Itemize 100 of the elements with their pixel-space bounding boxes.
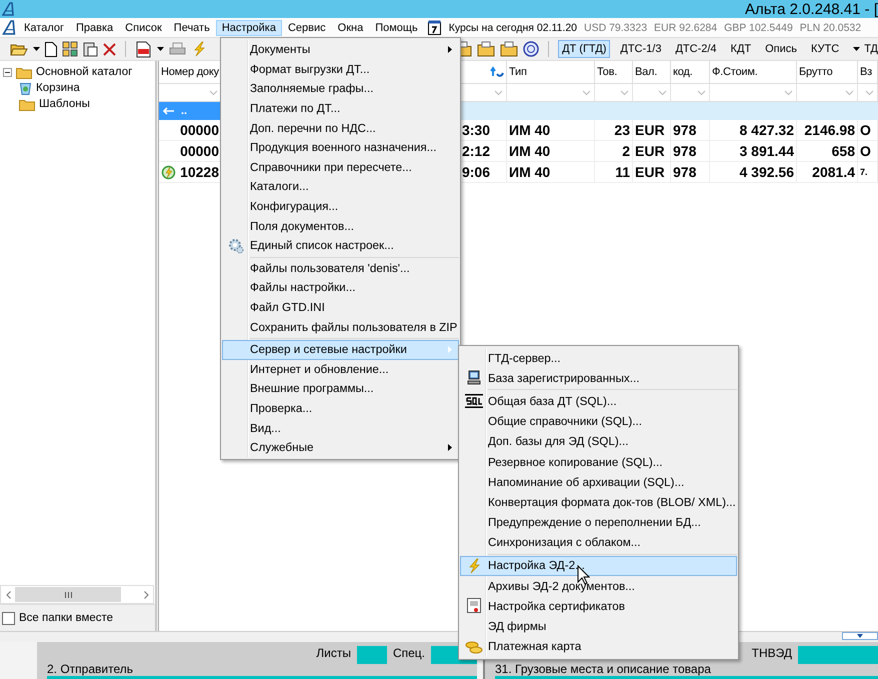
field-label: ТНВЭД (752, 646, 792, 660)
hs-code-field[interactable] (798, 646, 878, 664)
file-icon[interactable] (135, 40, 152, 58)
field-label: 2. Отправитель (47, 662, 133, 676)
delete-icon[interactable] (103, 42, 116, 56)
menu-item[interactable]: Формат выгрузки ДТ... (222, 60, 459, 80)
app-logo-icon (2, 2, 16, 16)
column-header[interactable]: код. (671, 61, 710, 84)
field-label: Спец. (392, 646, 425, 660)
menu-item[interactable]: Платежи по ДТ... (222, 98, 459, 118)
caret-icon[interactable] (33, 47, 40, 51)
column-header[interactable]: Брутто (797, 61, 858, 84)
horizontal-scrollbar[interactable] (0, 585, 154, 604)
menu-item[interactable]: Файл GTD.INI (222, 298, 459, 318)
table-cell: ИМ 40 (507, 120, 595, 141)
column-header[interactable]: Ф.Стоим. (710, 61, 797, 84)
menu-item[interactable]: Заполняемые графы... (222, 79, 459, 99)
menu-item[interactable]: Файлы пользователя 'denis'... (222, 258, 459, 278)
clipboard-icon[interactable] (83, 41, 98, 57)
chevron-right-icon[interactable] (144, 590, 148, 598)
menu-item[interactable]: Внешние программы... (222, 379, 459, 399)
menu-item[interactable]: Настройка сертификатов (460, 596, 737, 616)
app-logo-icon[interactable] (2, 20, 18, 35)
exchange-rate: PLN 20.0532 (800, 22, 862, 34)
sheets-field[interactable] (356, 646, 387, 664)
caret-icon[interactable] (157, 47, 164, 51)
menu-item[interactable]: Служебные (222, 438, 459, 458)
caret-icon[interactable] (853, 47, 860, 51)
column-header[interactable]: Тов. (595, 61, 633, 84)
tiles-icon[interactable] (62, 41, 78, 57)
menu-bar-item[interactable]: Список (119, 20, 168, 36)
table-cell: ИМ 40 (507, 162, 595, 183)
menu-item[interactable]: Сохранить файлы пользователя в ZIP (222, 317, 459, 337)
table-cell: 23 (595, 120, 633, 141)
collapse-toggle-icon[interactable] (3, 68, 12, 76)
tree-item[interactable]: Корзина (36, 82, 80, 94)
menu-item[interactable]: Поля документов... (222, 216, 459, 236)
scroll-indicator[interactable] (842, 632, 878, 640)
menu-item[interactable]: Конфигурация... (222, 196, 459, 216)
menu-item[interactable]: Напоминание об архивации (SQL)... (460, 472, 737, 492)
document-tab[interactable]: КДТ (726, 40, 756, 58)
menu-item[interactable]: Единый список настроек... (222, 236, 459, 256)
document-tab[interactable]: ДТС-2/4 (671, 40, 721, 58)
tree-item[interactable]: Шаблоны (39, 98, 90, 110)
menu-bar-item[interactable]: Сервис (282, 20, 332, 36)
sort-icon[interactable] (490, 65, 504, 79)
table-cell: 2146.98 (797, 120, 858, 141)
menu-item[interactable]: База зарегистрированных... (460, 368, 737, 388)
checkbox[interactable] (2, 612, 15, 624)
menu-bar-item[interactable]: Помощь (369, 20, 424, 36)
menu-item[interactable]: Общие справочники (SQL)... (460, 412, 737, 432)
menu-item[interactable]: Общая база ДТ (SQL)... (460, 391, 737, 412)
menu-item[interactable]: ЭД фирмы (460, 616, 737, 637)
menu-item[interactable]: Интернет и обновление... (222, 360, 459, 380)
calendar-icon[interactable] (428, 20, 442, 35)
document-tab[interactable]: КУТС (807, 40, 844, 58)
folder-icon[interactable] (500, 41, 518, 57)
menu-item[interactable]: Доп. базы для ЭД (SQL)... (460, 432, 737, 452)
exchange-rate: USD 79.3323 (584, 22, 648, 34)
table-cell: 978 (671, 162, 710, 183)
document-icon[interactable] (45, 42, 57, 56)
exchange-rate: EUR 92.6284 (654, 22, 718, 34)
document-tab[interactable]: ДТС-1/3 (616, 40, 666, 58)
document-tab[interactable]: ДТ (ГТД) (558, 40, 610, 58)
menu-item[interactable]: Архивы ЭД-2 документов... (460, 576, 737, 596)
globe-icon[interactable] (523, 41, 540, 57)
menu-item[interactable]: Настройка ЭД-2... (460, 556, 737, 576)
table-cell: О (858, 141, 878, 162)
folder-icon[interactable] (477, 41, 496, 57)
menu-item[interactable]: Доп. перечни по НДС... (222, 118, 459, 138)
table-cell: 7. (858, 162, 878, 183)
menu-item[interactable]: ГТД-сервер... (460, 348, 737, 368)
menu-item[interactable]: Предупреждение о переполнении БД... (460, 512, 737, 533)
chevron-left-icon[interactable] (6, 590, 10, 598)
field-label: Листы (316, 646, 351, 660)
menu-item[interactable]: Документы (222, 40, 459, 60)
menu-bar-item[interactable]: Окна (332, 20, 370, 36)
menu-bar-item[interactable]: Правка (70, 20, 120, 36)
table-cell: EUR (633, 141, 671, 162)
menu-item[interactable]: Проверка... (222, 398, 459, 418)
tree-item[interactable]: Основной каталог (36, 66, 132, 78)
menu-bar-item[interactable]: Печать (168, 20, 216, 36)
column-header[interactable]: Тип (507, 61, 595, 84)
open-folder-icon[interactable] (10, 42, 28, 56)
menu-item[interactable]: Конвертация формата док-тов (BLOB/ XML)... (460, 492, 737, 512)
menu-item[interactable]: Вид... (222, 418, 459, 438)
column-header[interactable]: Вал. (633, 61, 671, 84)
grip-icon[interactable] (64, 592, 72, 598)
menu-item[interactable]: Синхронизация с облаком... (460, 532, 737, 553)
menu-item[interactable]: Сервер и сетевые настройки (222, 340, 459, 360)
menu-item[interactable]: Платежная карта (460, 636, 737, 657)
menu-bar-item[interactable]: Каталог (18, 20, 70, 36)
menu-bar-item[interactable]: Настройка (216, 20, 282, 36)
printer-icon[interactable] (169, 42, 186, 56)
column-header[interactable]: Вз (858, 61, 878, 84)
document-tab[interactable]: Опись (761, 40, 801, 58)
caret-icon[interactable] (857, 634, 863, 638)
menu-item[interactable]: Файлы настройки... (222, 278, 459, 298)
dropdown-button[interactable]: ТД (864, 43, 878, 55)
menu-item[interactable]: Резервное копирование (SQL)... (460, 452, 737, 472)
